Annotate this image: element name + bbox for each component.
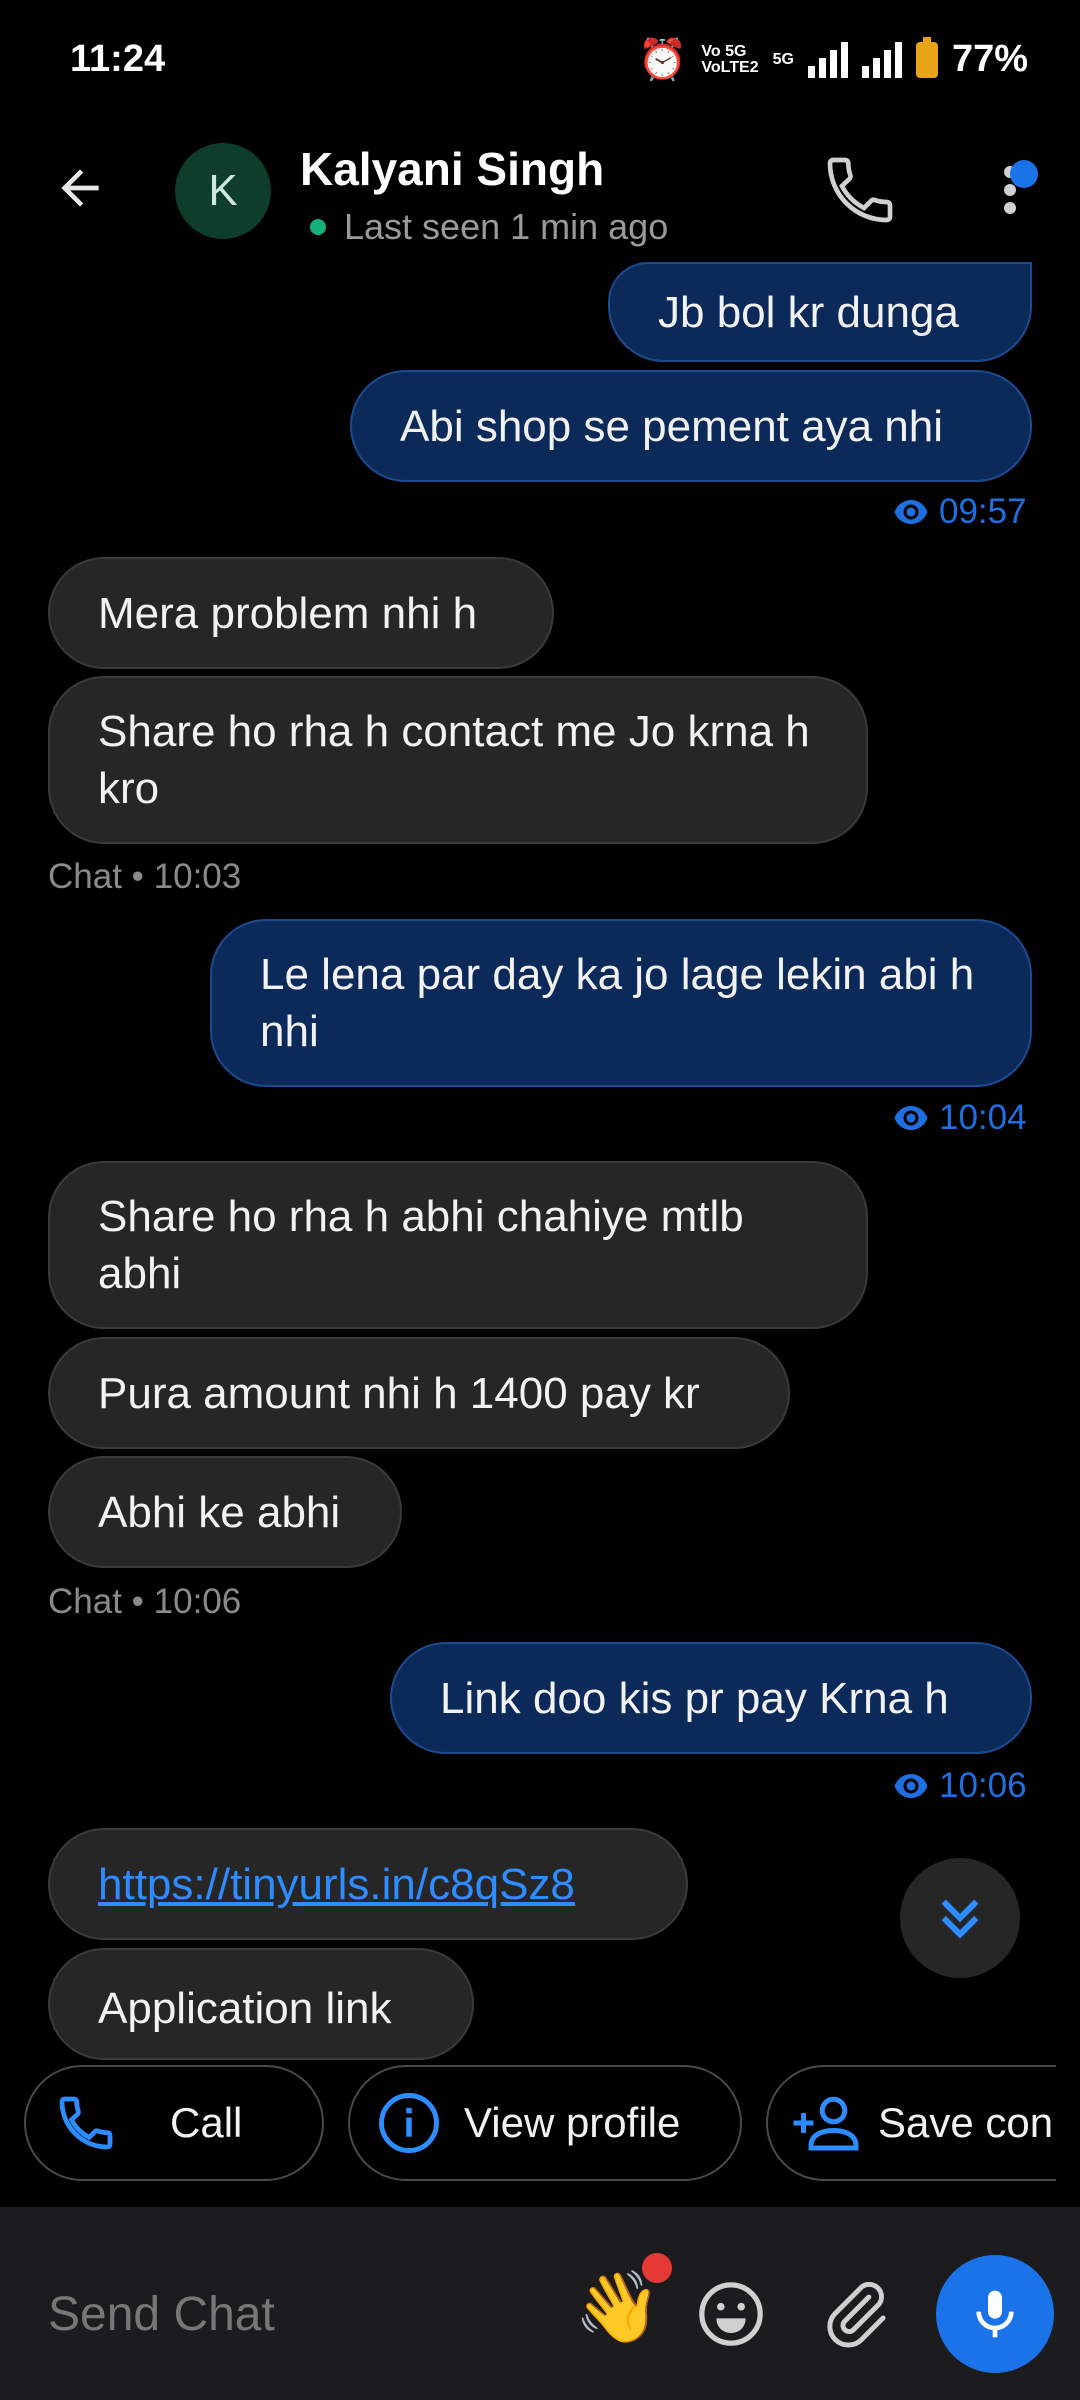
phone-call-icon[interactable] (820, 150, 900, 230)
eye-icon (894, 1106, 928, 1130)
read-receipt: 10:06 (893, 1766, 1027, 1806)
url-link[interactable]: https://tinyurls.in/c8qSz8 (98, 1856, 575, 1913)
info-icon (379, 2093, 439, 2153)
microphone-button[interactable] (936, 2255, 1054, 2373)
message-composer: Send Chat 👋 (0, 2207, 1080, 2400)
message-outgoing[interactable]: Link doo kis pr pay Krna h (390, 1642, 1032, 1754)
battery-icon (915, 36, 938, 78)
back-arrow-icon[interactable] (52, 160, 108, 224)
microphone-icon (976, 2290, 1014, 2338)
wave-notification-dot (642, 2253, 672, 2283)
signal-1-icon (807, 41, 848, 78)
last-seen-status: Last seen 1 min ago (310, 206, 668, 248)
read-receipt: 09:57 (893, 492, 1027, 532)
alarm-icon: ⏰ (637, 38, 688, 82)
status-bar: 11:24 ⏰ Vo 5G VoLTE2 5G 77% (0, 0, 1080, 120)
status-time: 11:24 (70, 38, 166, 80)
call-chip-button[interactable]: Call (24, 2065, 324, 2181)
contact-name[interactable]: Kalyani Singh (300, 142, 604, 196)
5g-label: 5G (772, 50, 794, 68)
send-chat-input[interactable]: Send Chat (48, 2287, 275, 2342)
message-incoming[interactable]: Pura amount nhi h 1400 pay kr (48, 1337, 790, 1449)
phone-icon (59, 2096, 113, 2150)
emoji-icon[interactable] (696, 2279, 766, 2354)
eye-icon (894, 500, 928, 524)
message-incoming[interactable]: Share ho rha h contact me Jo krna h kro (48, 676, 868, 844)
message-meta: Chat • 10:06 (48, 1582, 242, 1621)
message-incoming-link[interactable]: https://tinyurls.in/c8qSz8 (48, 1828, 688, 1940)
message-meta: Chat • 10:03 (48, 857, 242, 896)
message-outgoing[interactable]: Abi shop se pement aya nhi (350, 370, 1032, 482)
notification-dot (1010, 160, 1038, 188)
eye-icon (894, 1774, 928, 1798)
add-person-icon (793, 2096, 859, 2151)
scroll-to-bottom-button[interactable] (900, 1858, 1020, 1978)
save-contact-chip-button[interactable]: Save con (766, 2065, 1056, 2181)
status-icons: ⏰ Vo 5G VoLTE2 5G 77% (638, 36, 1028, 83)
message-incoming[interactable]: Share ho rha h abhi chahiye mtlb abhi (48, 1161, 868, 1329)
avatar[interactable]: K (175, 143, 271, 239)
read-receipt: 10:04 (893, 1098, 1027, 1138)
chat-header: K Kalyani Singh Last seen 1 min ago (0, 120, 1080, 260)
message-outgoing[interactable]: Jb bol kr dunga (608, 262, 1032, 362)
battery-percent: 77% (951, 38, 1028, 80)
double-chevron-down-icon (941, 1899, 979, 1939)
action-chips: Call View profile Save con (0, 2065, 1080, 2183)
attachment-icon[interactable] (818, 2277, 892, 2356)
message-incoming[interactable]: Mera problem nhi h (48, 557, 554, 669)
message-incoming[interactable]: Abhi ke abhi (48, 1456, 402, 1568)
online-dot-icon (310, 219, 326, 235)
message-incoming[interactable]: Application link (48, 1948, 474, 2060)
view-profile-chip-button[interactable]: View profile (348, 2065, 742, 2181)
signal-2-icon (861, 41, 902, 78)
message-outgoing[interactable]: Le lena par day ka jo lage lekin abi h n… (210, 919, 1032, 1087)
network-label: Vo 5G VoLTE2 (701, 42, 759, 76)
